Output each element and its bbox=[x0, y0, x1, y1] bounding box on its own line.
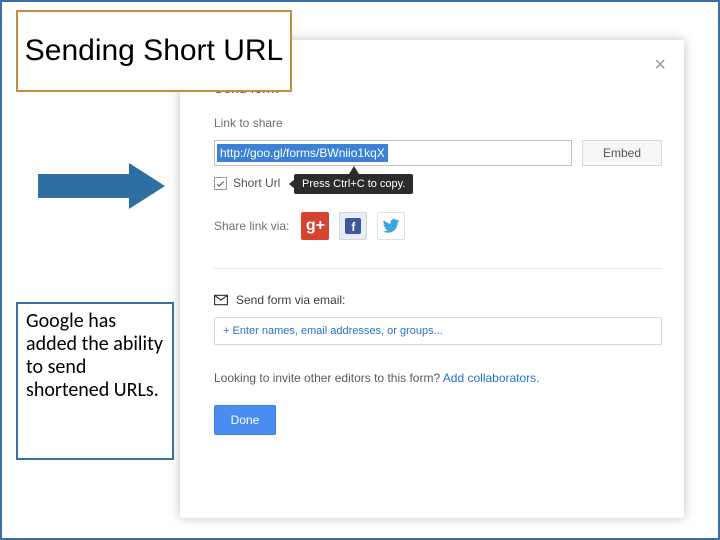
short-url-label: Short Url bbox=[233, 176, 280, 190]
recipients-input[interactable]: + Enter names, email addresses, or group… bbox=[214, 317, 662, 345]
share-url-value: http://goo.gl/forms/BWniio1kqX bbox=[217, 144, 388, 162]
facebook-icon[interactable]: f bbox=[339, 212, 367, 240]
embed-button-label: Embed bbox=[603, 146, 641, 160]
embed-button[interactable]: Embed bbox=[582, 140, 662, 166]
divider bbox=[214, 268, 662, 269]
callout-arrow bbox=[38, 163, 168, 209]
share-via-label: Share link via: bbox=[214, 219, 289, 233]
short-url-checkbox[interactable] bbox=[214, 177, 227, 190]
copy-tooltip-text: Press Ctrl+C to copy. bbox=[302, 178, 405, 190]
send-via-email-label: Send form via email: bbox=[236, 293, 345, 307]
share-url-input[interactable]: http://goo.gl/forms/BWniio1kqX bbox=[214, 140, 572, 166]
copy-tooltip: Press Ctrl+C to copy. bbox=[294, 174, 413, 194]
close-icon[interactable]: × bbox=[654, 54, 666, 77]
recipients-placeholder: + Enter names, email addresses, or group… bbox=[223, 325, 443, 337]
done-button[interactable]: Done bbox=[214, 405, 276, 435]
twitter-bird-icon bbox=[382, 217, 400, 235]
twitter-icon[interactable] bbox=[377, 212, 405, 240]
slide-caption-text: Google has added the ability to send sho… bbox=[26, 309, 163, 402]
add-collaborators-link[interactable]: Add collaborators. bbox=[443, 371, 540, 385]
checkmark-icon bbox=[215, 178, 226, 189]
collaborators-line: Looking to invite other editors to this … bbox=[214, 371, 662, 385]
link-to-share-label: Link to share bbox=[214, 116, 662, 130]
envelope-icon bbox=[214, 294, 228, 306]
collaborators-text: Looking to invite other editors to this … bbox=[214, 371, 443, 385]
slide-title-text: Sending Short URL bbox=[25, 35, 284, 67]
slide-caption-box: Google has added the ability to send sho… bbox=[16, 302, 174, 460]
done-button-label: Done bbox=[231, 413, 260, 427]
google-plus-icon[interactable]: g+ bbox=[301, 212, 329, 240]
send-form-dialog: × Send form Link to share http://goo.gl/… bbox=[180, 40, 684, 518]
facebook-glyph: f bbox=[345, 218, 361, 234]
slide-title-box: Sending Short URL bbox=[16, 10, 292, 92]
